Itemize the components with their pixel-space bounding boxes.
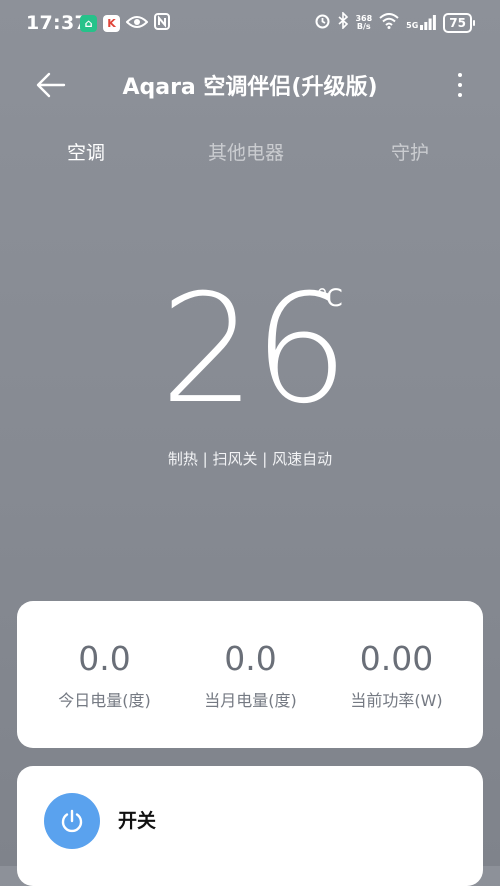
alarm-icon [314, 12, 331, 33]
temperature-unit: ℃ [316, 284, 343, 312]
tab-bar: 空调 其他电器 守护 [0, 138, 500, 174]
more-options-button[interactable] [450, 71, 470, 99]
temperature-display: 26 ℃ [0, 270, 500, 430]
energy-card: 0.0 今日电量(度) 0.0 当月电量(度) 0.00 当前功率(W) [17, 601, 483, 748]
stat-value: 0.00 [359, 639, 434, 678]
app-k-icon: K [103, 15, 120, 32]
power-icon [61, 809, 83, 833]
page-title: Aqara 空调伴侣(升级版) [122, 75, 378, 100]
system-icons: 368 B/s 5G 75 [314, 11, 475, 33]
net-speed: 368 B/s [355, 13, 373, 31]
stat-label: 当月电量(度) [204, 691, 297, 710]
notification-icons: ⌂ K [80, 13, 170, 34]
mi-home-icon: ⌂ [80, 15, 97, 32]
more-dot-icon [458, 73, 462, 77]
stat-value: 0.0 [78, 639, 131, 678]
bluetooth-icon [338, 11, 349, 33]
tab-air-conditioner[interactable]: 空调 [67, 138, 105, 165]
tab-other-appliances[interactable]: 其他电器 [208, 138, 284, 165]
tab-guard[interactable]: 守护 [391, 138, 429, 165]
stat-value: 0.0 [224, 639, 277, 678]
stat-label: 当前功率(W) [350, 691, 443, 710]
app-header: Aqara 空调伴侣(升级版) [0, 55, 500, 115]
more-dot-icon [458, 83, 462, 87]
stat-today-energy: 0.0 今日电量(度) [27, 639, 182, 711]
eye-icon [125, 14, 149, 34]
mode-summary: 制热 | 扫风关 | 风速自动 [167, 450, 333, 468]
stat-current-power: 0.00 当前功率(W) [319, 639, 474, 711]
nfc-icon [154, 13, 170, 34]
stat-label: 今日电量(度) [58, 691, 151, 710]
wifi-icon [379, 12, 399, 33]
stat-month-energy: 0.0 当月电量(度) [173, 639, 328, 711]
power-toggle-button[interactable] [44, 793, 100, 849]
more-dot-icon [458, 93, 462, 97]
power-card: 开关 [17, 766, 483, 886]
battery-indicator: 75 [443, 12, 475, 33]
signal-icon: 5G [406, 15, 437, 30]
status-time: 17:37 [26, 12, 88, 34]
status-bar: 17:37 ⌂ K 368 B/s 5G 75 [0, 0, 500, 50]
power-label: 开关 [118, 810, 157, 832]
